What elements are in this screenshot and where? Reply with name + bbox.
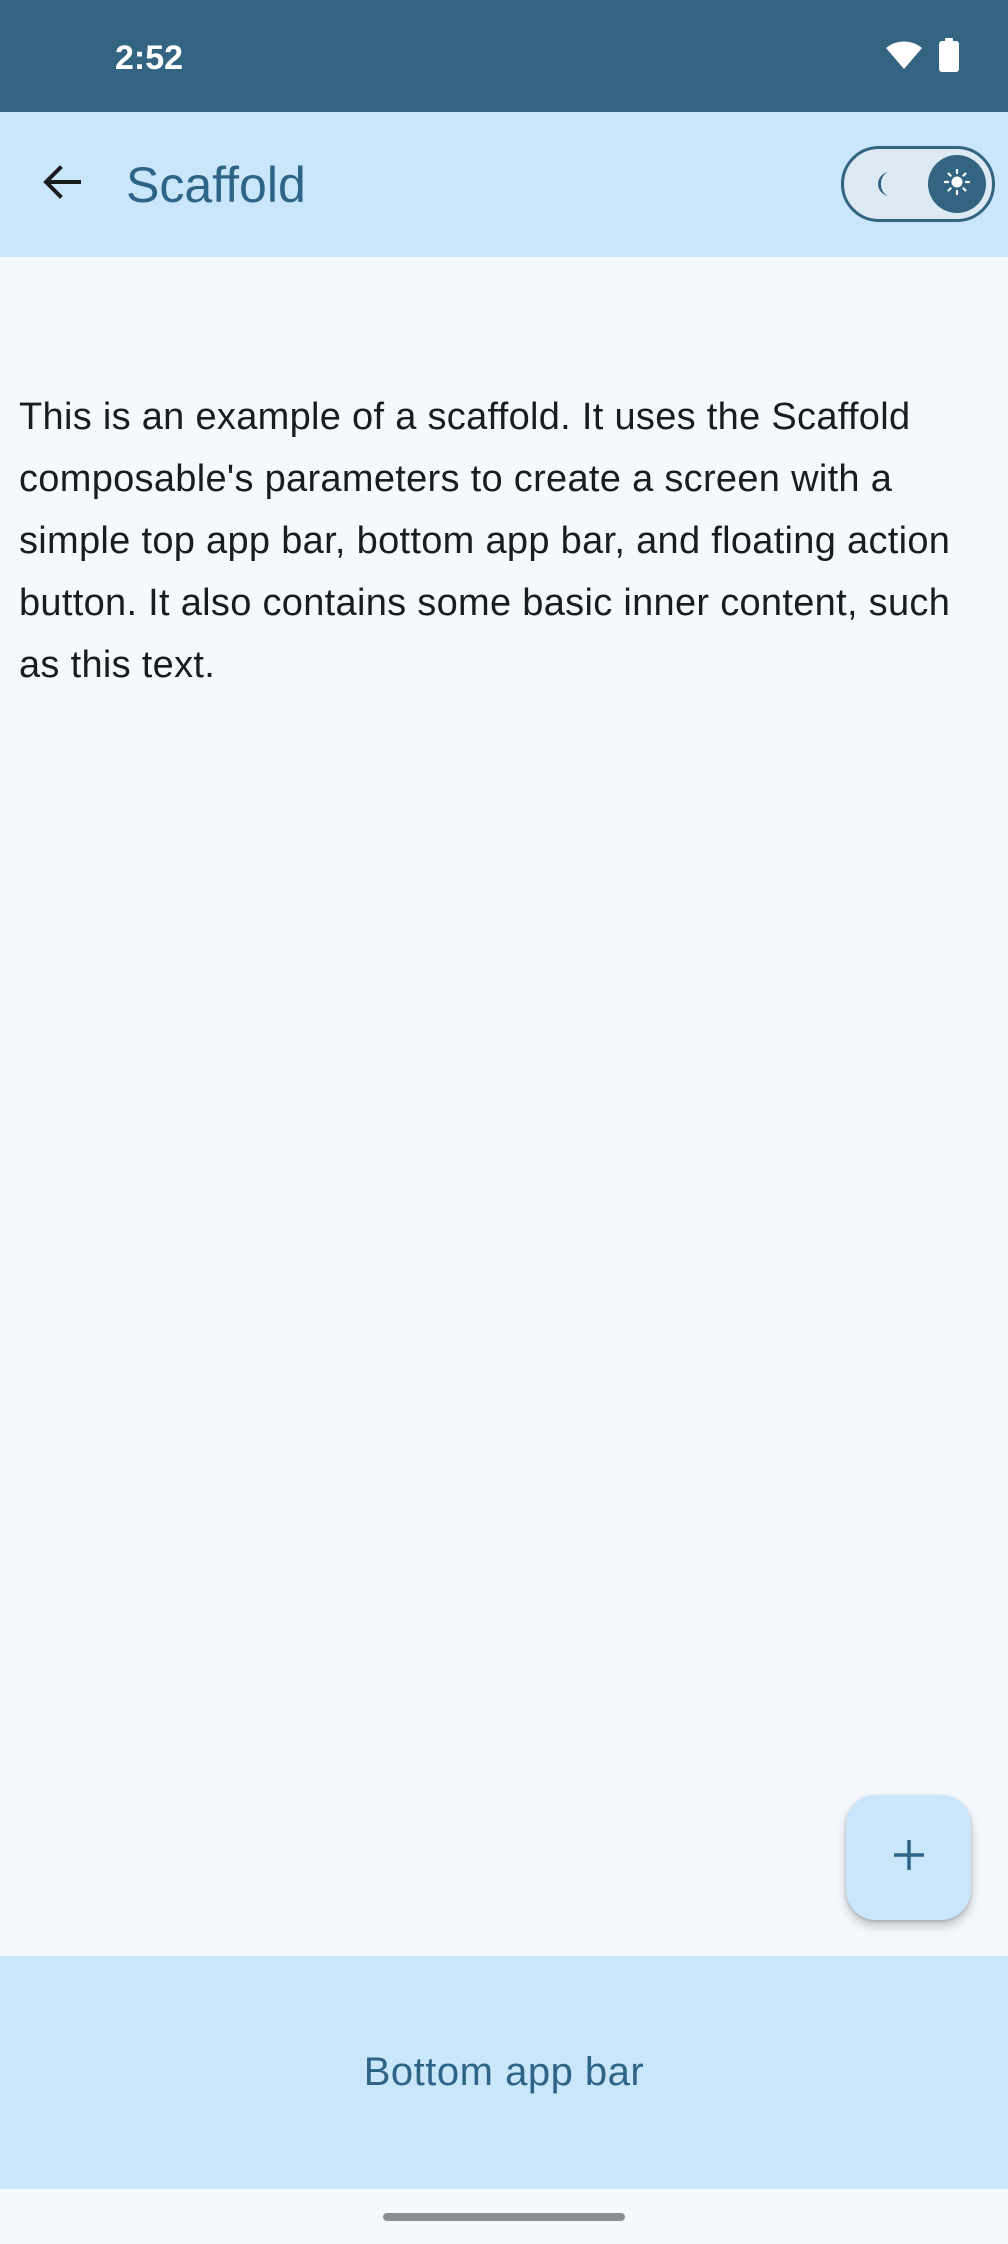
- plus-icon: [891, 1837, 927, 1878]
- body-text: This is an example of a scaffold. It use…: [19, 396, 951, 686]
- moon-icon: [870, 169, 900, 199]
- top-app-bar: Scaffold: [0, 112, 1008, 257]
- theme-toggle[interactable]: [841, 146, 995, 222]
- page-title: Scaffold: [126, 157, 306, 213]
- sun-icon: [943, 168, 971, 201]
- battery-icon: [938, 38, 960, 77]
- wifi-icon: [884, 39, 924, 76]
- back-button[interactable]: [30, 152, 94, 216]
- floating-action-button[interactable]: [846, 1795, 971, 1920]
- status-time: 2:52: [115, 39, 184, 77]
- bottom-app-bar: Bottom app bar: [0, 1956, 1008, 2189]
- arrow-back-icon: [41, 161, 83, 208]
- status-icons: [884, 38, 960, 77]
- gesture-handle[interactable]: [383, 2213, 625, 2221]
- toggle-thumb: [928, 155, 986, 213]
- status-bar: 2:52: [0, 0, 1008, 112]
- bottom-app-bar-text: Bottom app bar: [363, 2050, 645, 2094]
